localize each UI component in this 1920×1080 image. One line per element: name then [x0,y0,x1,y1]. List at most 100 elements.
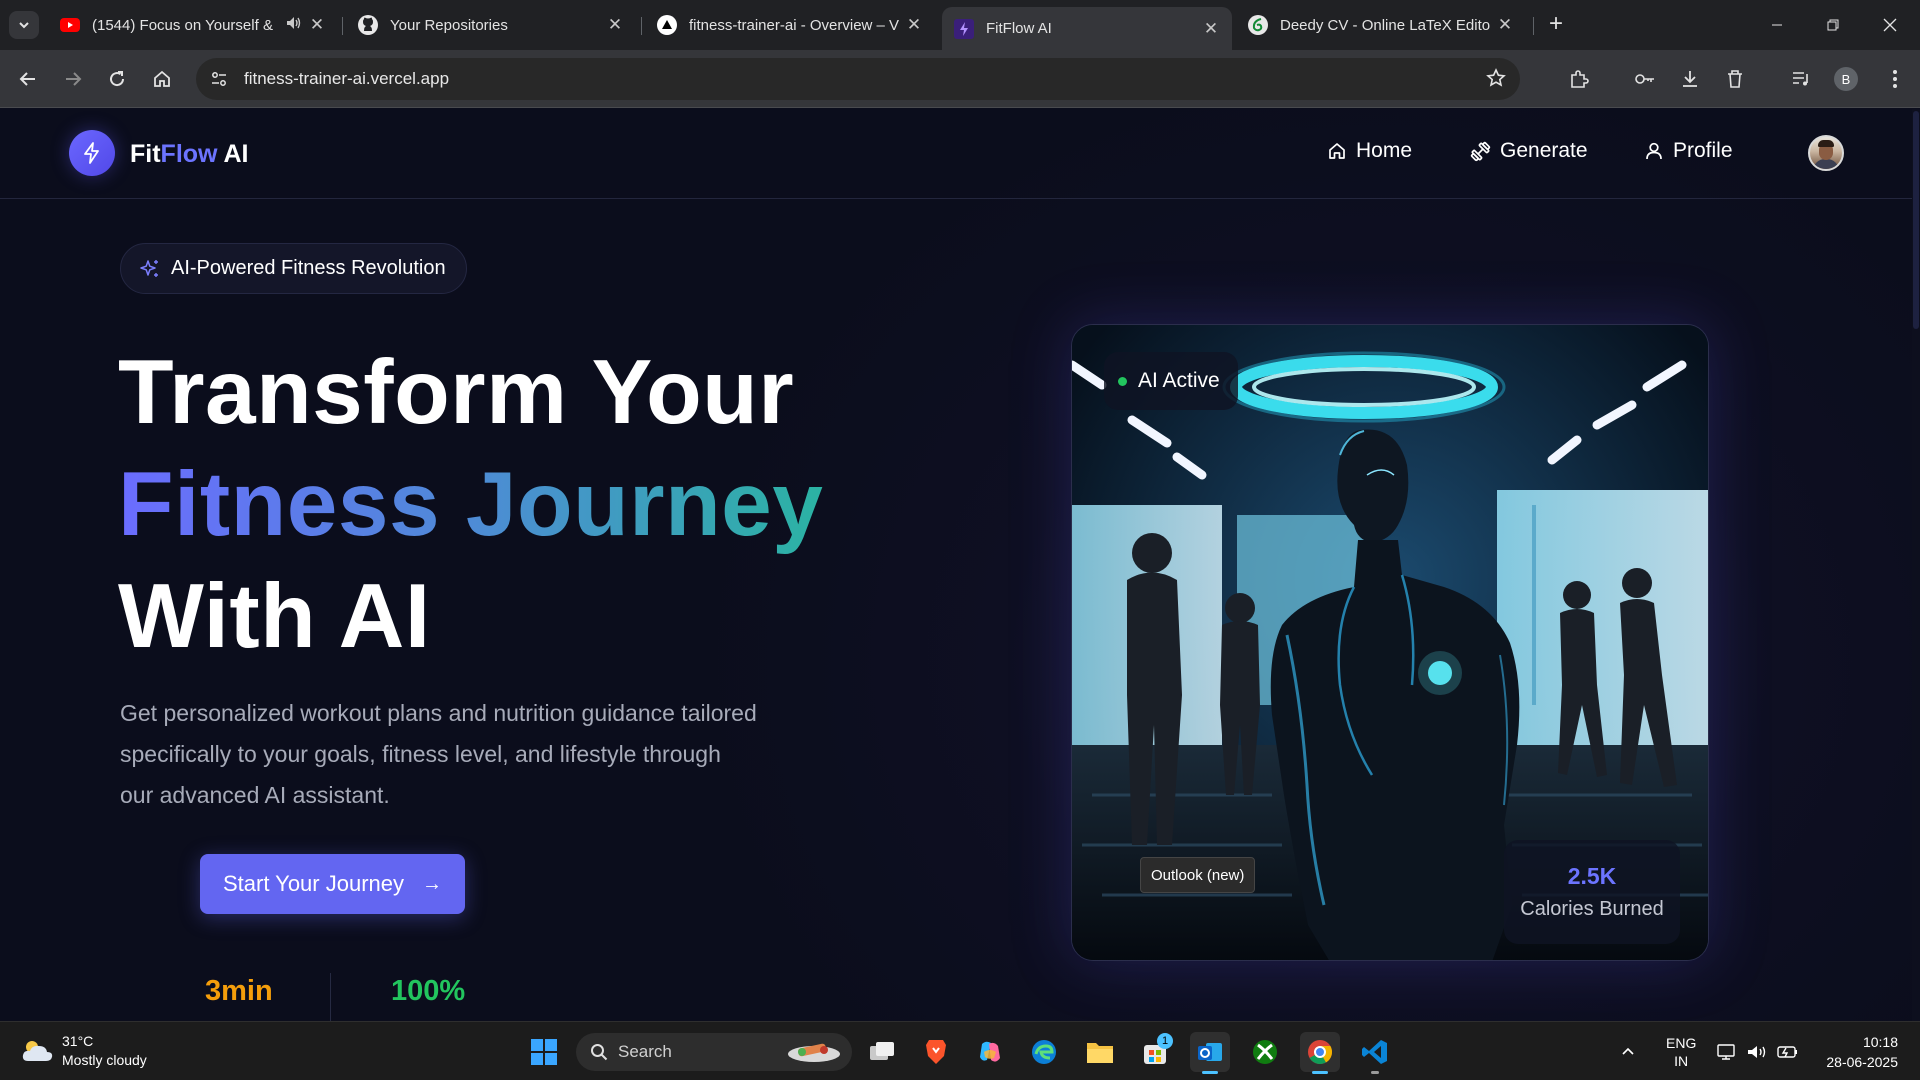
battery-icon[interactable] [1776,1022,1800,1080]
tab-vercel[interactable]: fitness-trainer-ai - Overview – V ✕ [645,8,935,42]
copilot-icon [980,1041,1000,1062]
fitflow-icon [954,18,974,39]
home-icon [154,70,170,87]
windows-logo-icon [531,1039,557,1065]
hero-title-line2: Fitness Journey [118,449,823,561]
password-key-icon[interactable] [1630,64,1660,94]
back-button[interactable] [13,64,43,94]
tab-title: FitFlow AI [986,20,1052,37]
search-icon [591,1044,608,1061]
browser-profile-avatar[interactable]: B [1834,67,1858,91]
hero-description: Get personalized workout plans and nutri… [120,700,757,808]
stat-time-value: 3min [205,975,273,1007]
extensions-icon[interactable] [1564,64,1594,94]
minimize-icon [1772,24,1782,26]
close-tab-icon[interactable]: ✕ [308,15,326,35]
task-view-button[interactable] [862,1032,902,1072]
vscode-app[interactable] [1355,1032,1395,1074]
home-icon [1329,143,1345,159]
logo-badge[interactable] [69,130,115,176]
language-indicator[interactable]: ENG IN [1666,1022,1696,1080]
restore-button[interactable] [1805,8,1861,42]
calories-label: Calories Burned [1520,898,1664,920]
close-tab-icon[interactable]: ✕ [1202,19,1220,39]
tab-youtube[interactable]: (1544) Focus on Yourself & ✕ [48,8,338,42]
chevron-down-icon [19,22,29,29]
start-journey-button[interactable]: Start Your Journey → [200,854,465,914]
download-icon[interactable] [1675,64,1705,94]
more-menu-icon[interactable] [1880,64,1910,94]
bookmark-star-icon[interactable] [1486,68,1506,93]
brave-browser-app[interactable] [916,1032,956,1072]
hero-badge-label: AI-Powered Fitness Revolution [171,257,446,279]
scrollbar-thumb[interactable] [1913,111,1919,329]
nav-profile[interactable]: Profile [1644,139,1733,163]
chevron-up-icon [1622,1047,1634,1055]
trash-icon[interactable] [1720,64,1750,94]
user-avatar[interactable] [1808,135,1844,171]
hero-title-line3: With AI [118,566,431,667]
nav-home-label: Home [1356,139,1413,162]
tab-overleaf[interactable]: Deedy CV - Online LaTeX Editor ✕ [1236,8,1526,42]
sparkles-icon [140,259,158,277]
file-explorer-app[interactable] [1080,1032,1120,1072]
weather-widget[interactable]: 31°C Mostly cloudy [20,1032,147,1070]
tab-search-button[interactable] [9,11,39,39]
arrow-left-icon [19,72,35,86]
page-scrollbar[interactable] [1912,109,1920,1021]
xbox-app[interactable] [1245,1032,1285,1072]
language-bottom: IN [1674,1052,1689,1069]
language-top: ENG [1666,1034,1697,1051]
arrow-right-icon [66,72,82,86]
new-tab-button[interactable]: + [1541,11,1571,39]
system-clock[interactable]: 10:18 28-06-2025 [1818,1032,1898,1072]
volume-icon[interactable] [1746,1022,1768,1080]
tab-github[interactable]: Your Repositories ✕ [346,8,636,42]
nav-generate[interactable]: Generate [1470,139,1588,163]
start-button[interactable] [524,1032,564,1072]
stat-percent-value: 100% [391,975,466,1007]
tray-overflow[interactable] [1620,1022,1636,1080]
weather-desc: Mostly cloudy [62,1052,147,1068]
reload-button[interactable] [102,64,132,94]
nav-generate-label: Generate [1500,139,1588,162]
close-tab-icon[interactable]: ✕ [905,15,923,35]
hero-title-line1: Transform Your [118,342,795,443]
minimize-button[interactable] [1749,8,1805,42]
tab-separator [641,17,642,35]
edge-icon [1032,1040,1056,1064]
logo-fit: Fit [130,140,161,168]
url-text: fitness-trainer-ai.vercel.app [244,69,450,88]
outlook-app[interactable] [1190,1032,1230,1074]
clock-time: 10:18 [1862,1034,1898,1050]
taskbar-search-label: Search [618,1042,672,1061]
logo-text[interactable]: FitFlow AI [130,140,249,169]
calories-value: 2.5K [1567,863,1617,889]
network-icon[interactable] [1716,1022,1738,1080]
vscode-icon [1362,1040,1387,1064]
cloud-sun-icon [22,1041,53,1061]
tab-separator [342,17,343,35]
hero-title: Transform Your Fitness Journey With AI [118,337,823,673]
microsoft-store-app[interactable]: 1 [1135,1032,1175,1072]
close-window-button[interactable] [1862,8,1918,42]
taskbar-search[interactable]: Search [576,1033,852,1071]
forward-button[interactable] [58,64,88,94]
close-tab-icon[interactable]: ✕ [1496,15,1514,35]
speaker-icon[interactable] [286,16,302,34]
address-bar[interactable]: fitness-trainer-ai.vercel.app [196,58,1520,100]
tab-separator [1533,17,1534,35]
tab-fitflow[interactable]: FitFlow AI ✕ [942,7,1232,50]
store-notification-badge: 1 [1157,1033,1173,1049]
home-button[interactable] [147,64,177,94]
close-tab-icon[interactable]: ✕ [606,15,624,35]
site-info-icon[interactable] [204,64,234,94]
lightning-icon [84,142,99,164]
edge-app[interactable] [1024,1032,1064,1072]
chrome-app[interactable] [1300,1032,1340,1074]
media-control-icon[interactable] [1786,64,1816,94]
copilot-app[interactable] [970,1032,1010,1072]
nav-home[interactable]: Home [1327,139,1412,163]
nav-profile-label: Profile [1673,139,1733,162]
task-view-icon [870,1042,894,1060]
